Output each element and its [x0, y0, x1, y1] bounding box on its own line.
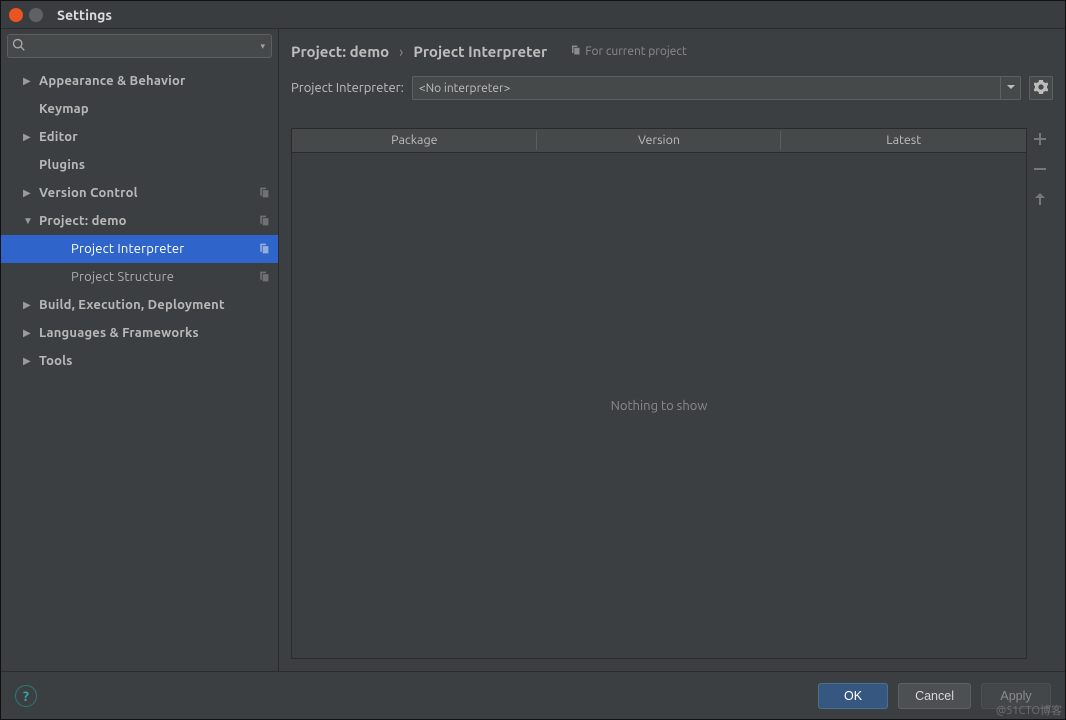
chevron-right-icon[interactable]: ▶	[23, 131, 33, 143]
remove-package-button[interactable]	[1030, 160, 1050, 180]
chevron-right-icon[interactable]: ▶	[23, 327, 33, 339]
tree-item-label: Build, Execution, Deployment	[39, 298, 225, 312]
tree-item-label: Project Structure	[71, 270, 174, 284]
current-project-hint: For current project	[569, 44, 687, 59]
ok-button[interactable]: OK	[818, 683, 888, 709]
copy-icon	[257, 214, 270, 230]
breadcrumb-project[interactable]: Project: demo	[291, 43, 389, 60]
chevron-right-icon[interactable]: ▶	[23, 299, 33, 311]
col-version[interactable]: Version	[537, 129, 782, 152]
col-latest[interactable]: Latest	[781, 129, 1026, 152]
settings-sidebar: ▾ ▶ Appearance & Behavior Keymap ▶ Editor Plu…	[1, 29, 279, 671]
tree-item-project-interpreter[interactable]: Project Interpreter	[1, 235, 278, 263]
chevron-down-icon[interactable]: ▼	[23, 215, 33, 227]
help-button[interactable]: ?	[15, 685, 37, 707]
tree-item-label: Keymap	[39, 102, 89, 116]
settings-tree[interactable]: ▶ Appearance & Behavior Keymap ▶ Editor Plugi…	[1, 63, 278, 671]
packages-table: Package Version Latest Nothing to show	[291, 128, 1027, 659]
tree-item-label: Plugins	[39, 158, 85, 172]
window-close-button[interactable]	[9, 8, 23, 22]
chevron-right-icon[interactable]: ▶	[23, 75, 33, 87]
interpreter-dropdown-button[interactable]	[1000, 77, 1020, 99]
tree-item-label: Version Control	[39, 186, 138, 200]
chevron-right-icon[interactable]: ▶	[23, 187, 33, 199]
tree-item-plugins[interactable]: Plugins	[1, 151, 278, 179]
tree-item-appearance-behavior[interactable]: ▶ Appearance & Behavior	[1, 67, 278, 95]
plus-icon	[1032, 131, 1048, 150]
col-package[interactable]: Package	[292, 129, 537, 152]
breadcrumb: Project: demo › Project Interpreter For …	[291, 43, 1053, 60]
tree-item-languages-frameworks[interactable]: ▶ Languages & Frameworks	[1, 319, 278, 347]
tree-item-label: Languages & Frameworks	[39, 326, 199, 340]
packages-table-header: Package Version Latest	[292, 129, 1026, 153]
tree-item-project-demo[interactable]: ▼ Project: demo	[1, 207, 278, 235]
tree-item-label: Editor	[39, 130, 78, 144]
copy-icon	[257, 186, 270, 202]
titlebar: Settings	[1, 1, 1065, 29]
tree-item-label: Project Interpreter	[71, 242, 184, 256]
copy-icon	[257, 242, 270, 258]
packages-side-tools	[1027, 128, 1053, 659]
chevron-right-icon[interactable]: ▶	[23, 355, 33, 367]
current-project-hint-text: For current project	[585, 45, 687, 58]
chevron-down-icon	[1006, 81, 1016, 95]
upgrade-package-button[interactable]	[1030, 190, 1050, 210]
tree-item-label: Tools	[39, 354, 73, 368]
empty-state-text: Nothing to show	[611, 399, 708, 413]
interpreter-label: Project Interpreter:	[291, 81, 404, 95]
settings-window: Settings ▾ ▶Appearance & BehaviorKeymap▶…	[0, 0, 1066, 720]
window-minimize-button[interactable]	[29, 8, 43, 22]
chevron-down-icon: ▾	[258, 41, 267, 52]
copy-icon	[569, 44, 581, 59]
interpreter-settings-button[interactable]	[1029, 76, 1053, 100]
breadcrumb-page: Project Interpreter	[413, 43, 547, 60]
tree-item-project-structure[interactable]: Project Structure	[1, 263, 278, 291]
tree-item-version-control[interactable]: ▶ Version Control	[1, 179, 278, 207]
interpreter-combobox[interactable]: <No interpreter>	[412, 76, 1021, 100]
breadcrumb-separator: ›	[399, 43, 403, 60]
search-icon	[12, 38, 26, 55]
tree-item-keymap[interactable]: Keymap	[1, 95, 278, 123]
add-package-button[interactable]	[1030, 130, 1050, 150]
tree-item-tools[interactable]: ▶ Tools	[1, 347, 278, 375]
sidebar-search[interactable]: ▾	[7, 34, 272, 58]
interpreter-value: <No interpreter>	[413, 82, 1000, 95]
copy-icon	[257, 270, 270, 286]
packages-table-body: Nothing to show	[292, 153, 1026, 658]
dialog-footer: ? OK Cancel Apply	[1, 671, 1065, 719]
tree-item-label: Project: demo	[39, 214, 127, 228]
minus-icon	[1032, 161, 1048, 180]
cancel-button[interactable]: Cancel	[898, 683, 971, 709]
sidebar-search-input[interactable]	[26, 39, 258, 53]
gear-icon	[1034, 80, 1048, 97]
apply-button[interactable]: Apply	[981, 683, 1051, 709]
arrow-up-icon	[1032, 191, 1048, 210]
tree-item-label: Appearance & Behavior	[39, 74, 186, 88]
settings-main: Project: demo › Project Interpreter For …	[279, 29, 1065, 671]
tree-item-build-execution-deployment[interactable]: ▶ Build, Execution, Deployment	[1, 291, 278, 319]
tree-item-editor[interactable]: ▶ Editor	[1, 123, 278, 151]
window-title: Settings	[57, 7, 112, 23]
